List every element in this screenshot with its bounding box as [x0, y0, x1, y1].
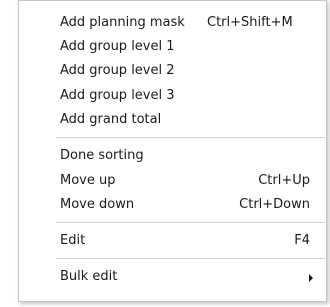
menu-item-label: Move up: [60, 173, 116, 188]
menu-item-bulk-edit[interactable]: Bulk edit: [20, 264, 325, 288]
menu-separator: [56, 137, 325, 138]
menu-item-shortcut: F4: [294, 233, 310, 248]
menu-item-label: Add group level 2: [60, 63, 175, 78]
menu-item-label: Done sorting: [60, 148, 144, 163]
menu-item-label: Add group level 3: [60, 88, 175, 103]
menu-item-label: Add group level 1: [60, 39, 175, 54]
menu-separator: [56, 222, 325, 223]
menu-item-add-grand-total[interactable]: Add grand total: [20, 107, 325, 131]
menu-item-label: Edit: [60, 233, 86, 248]
menu-item-shortcut: Ctrl+Up: [258, 173, 310, 188]
menu-item-label: Bulk edit: [60, 269, 118, 284]
menu-item-shortcut: Ctrl+Down: [239, 197, 310, 212]
menu-item-move-up[interactable]: Move up Ctrl+Up: [20, 168, 325, 192]
menu-item-done-sorting[interactable]: Done sorting: [20, 143, 325, 167]
menu-item-label: Move down: [60, 197, 135, 212]
menu-item-label: Add planning mask: [60, 15, 185, 30]
menu-item-add-group-level-2[interactable]: Add group level 2: [20, 58, 325, 82]
chevron-right-icon: [309, 274, 313, 282]
menu-item-edit[interactable]: Edit F4: [20, 228, 325, 252]
menu-item-add-group-level-3[interactable]: Add group level 3: [20, 83, 325, 107]
menu-item-label: Add grand total: [60, 112, 162, 127]
context-menu: Add planning mask Ctrl+Shift+M Add group…: [18, 0, 327, 302]
menu-item-add-group-level-1[interactable]: Add group level 1: [20, 34, 325, 58]
menu-item-add-planning-mask[interactable]: Add planning mask Ctrl+Shift+M: [20, 10, 325, 34]
menu-separator: [56, 258, 325, 259]
menu-item-shortcut: Ctrl+Shift+M: [207, 15, 293, 30]
menu-item-move-down[interactable]: Move down Ctrl+Down: [20, 192, 325, 216]
